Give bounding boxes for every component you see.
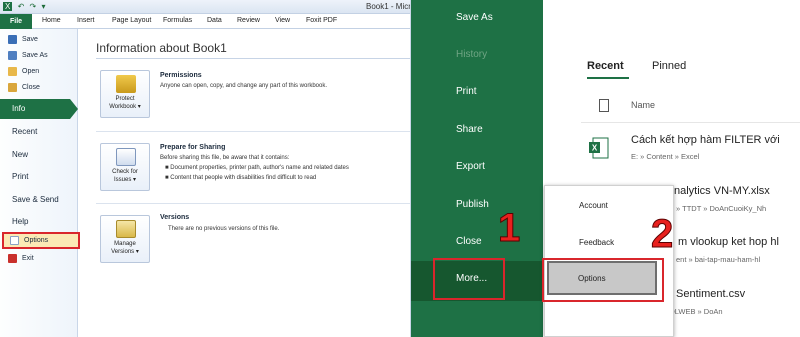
nav-save-as[interactable]: Save As bbox=[456, 12, 493, 23]
nav-share[interactable]: Share bbox=[456, 124, 483, 135]
check-for-issues-label: Check for Issues ▾ bbox=[112, 169, 138, 183]
versions-heading: Versions bbox=[160, 214, 190, 221]
protect-workbook-label: Protect Workbook ▾ bbox=[109, 96, 141, 110]
section-divider bbox=[96, 203, 410, 204]
nav-close-label: Close bbox=[22, 84, 40, 91]
file-name[interactable]: Cách kết hợp hàm FILTER với bbox=[631, 134, 780, 146]
nav-save[interactable]: Save bbox=[8, 35, 38, 44]
undo-icon[interactable]: ↶ bbox=[18, 2, 25, 11]
check-for-issues-button[interactable]: Check for Issues ▾ bbox=[100, 143, 150, 191]
nav-save-as-label: Save As bbox=[22, 52, 48, 59]
prepare-sharing-heading: Prepare for Sharing bbox=[160, 144, 226, 151]
page-title: Information about Book1 bbox=[96, 41, 227, 55]
nav-info[interactable]: Info bbox=[0, 99, 70, 119]
nav-new[interactable]: New bbox=[12, 150, 28, 159]
prepare-sharing-bullet-1: ■ Document properties, printer path, aut… bbox=[165, 165, 349, 171]
title-divider bbox=[96, 58, 410, 59]
file-header-icon bbox=[599, 99, 609, 112]
file-path: E: » Content » Excel bbox=[631, 152, 700, 161]
nav-exit[interactable]: Exit bbox=[8, 254, 34, 263]
nav-options-label: Options bbox=[24, 237, 49, 244]
nav-info-arrow bbox=[70, 99, 78, 119]
customize-toolbar-icon[interactable]: ▾ bbox=[41, 2, 45, 11]
tab-formulas[interactable]: Formulas bbox=[163, 17, 192, 24]
tab-review[interactable]: Review bbox=[237, 17, 260, 24]
nav-print[interactable]: Print bbox=[456, 86, 477, 97]
tab-foxit-pdf[interactable]: Foxit PDF bbox=[306, 17, 337, 24]
tab-recent-underline bbox=[587, 77, 629, 79]
excel-logo-icon: X bbox=[3, 2, 13, 11]
nav-open[interactable]: Open bbox=[8, 67, 39, 76]
excel-2010-backstage: X ↶ ↷ ▾ Book1 - Micro File Home Insert P… bbox=[0, 0, 411, 337]
column-name-header[interactable]: Name bbox=[631, 100, 655, 110]
section-divider bbox=[96, 131, 410, 132]
lock-icon bbox=[116, 75, 136, 93]
quick-access-toolbar: X ↶ ↷ ▾ bbox=[3, 2, 48, 11]
file-path: » TTDT » DoAnCuoiKy_Nh bbox=[676, 204, 767, 213]
nav-recent[interactable]: Recent bbox=[12, 127, 37, 136]
redo-icon[interactable]: ↷ bbox=[30, 2, 37, 11]
protect-workbook-button[interactable]: Protect Workbook ▾ bbox=[100, 70, 150, 118]
tab-home[interactable]: Home bbox=[42, 17, 61, 24]
nav-options[interactable]: Options bbox=[10, 236, 48, 245]
nav-save-send[interactable]: Save & Send bbox=[12, 195, 59, 204]
title-bar: X ↶ ↷ ▾ Book1 - Micro bbox=[0, 0, 411, 14]
window-title: Book1 - Micro bbox=[366, 2, 411, 11]
nav-print[interactable]: Print bbox=[12, 172, 28, 181]
manage-versions-button[interactable]: Manage Versions ▾ bbox=[100, 215, 150, 263]
options-icon bbox=[10, 236, 19, 245]
nav-open-label: Open bbox=[22, 68, 40, 75]
prepare-sharing-text: Before sharing this file, be aware that … bbox=[160, 155, 290, 161]
nav-exit-label: Exit bbox=[22, 255, 34, 262]
tab-data[interactable]: Data bbox=[207, 17, 222, 24]
ribbon-tabs: File Home Insert Page Layout Formulas Da… bbox=[0, 14, 410, 29]
popup-options-label: Options bbox=[578, 274, 606, 283]
permissions-heading: Permissions bbox=[160, 72, 202, 79]
nav-help[interactable]: Help bbox=[12, 217, 28, 226]
tab-recent[interactable]: Recent bbox=[587, 60, 624, 72]
file-path: ent » bai-tap-mau-ham-hl bbox=[676, 255, 761, 264]
nav-close[interactable]: Close bbox=[456, 236, 482, 247]
nav-export[interactable]: Export bbox=[456, 161, 485, 172]
file-name[interactable]: m vlookup ket hop hl bbox=[678, 236, 779, 248]
close-folder-icon bbox=[8, 83, 17, 92]
versions-text: There are no previous versions of this f… bbox=[168, 226, 280, 232]
nav-more[interactable]: More... bbox=[456, 273, 487, 284]
tab-page-layout[interactable]: Page Layout bbox=[112, 17, 151, 24]
inspect-document-icon bbox=[116, 148, 136, 166]
versions-icon bbox=[116, 220, 136, 238]
header-divider bbox=[581, 122, 800, 123]
file-name[interactable]: Sentiment.csv bbox=[676, 288, 745, 300]
nav-history: History bbox=[456, 49, 488, 60]
nav-save-label: Save bbox=[22, 36, 38, 43]
excel-file-icon: X bbox=[589, 137, 609, 159]
nav-save-as[interactable]: Save As bbox=[8, 51, 48, 60]
folder-icon bbox=[8, 67, 17, 76]
tab-pinned[interactable]: Pinned bbox=[652, 60, 686, 72]
file-name[interactable]: nalytics VN-MY.xlsx bbox=[674, 185, 770, 197]
step-2-label: 2 bbox=[650, 212, 674, 256]
nav-publish[interactable]: Publish bbox=[456, 199, 489, 210]
save-as-icon bbox=[8, 51, 17, 60]
permissions-text: Anyone can open, copy, and change any pa… bbox=[160, 83, 327, 89]
step-1-label: 1 bbox=[497, 206, 521, 250]
svg-text:X: X bbox=[592, 144, 598, 153]
manage-versions-label: Manage Versions ▾ bbox=[111, 241, 139, 255]
popup-feedback[interactable]: Feedback bbox=[579, 238, 614, 247]
tab-view[interactable]: View bbox=[275, 17, 290, 24]
exit-icon bbox=[8, 254, 17, 263]
save-icon bbox=[8, 35, 17, 44]
prepare-sharing-bullet-2: ■ Content that people with disabilities … bbox=[165, 175, 317, 181]
popup-account[interactable]: Account bbox=[579, 201, 608, 210]
tab-file[interactable]: File bbox=[0, 14, 32, 29]
tab-insert[interactable]: Insert bbox=[77, 17, 95, 24]
nav-close[interactable]: Close bbox=[8, 83, 40, 92]
